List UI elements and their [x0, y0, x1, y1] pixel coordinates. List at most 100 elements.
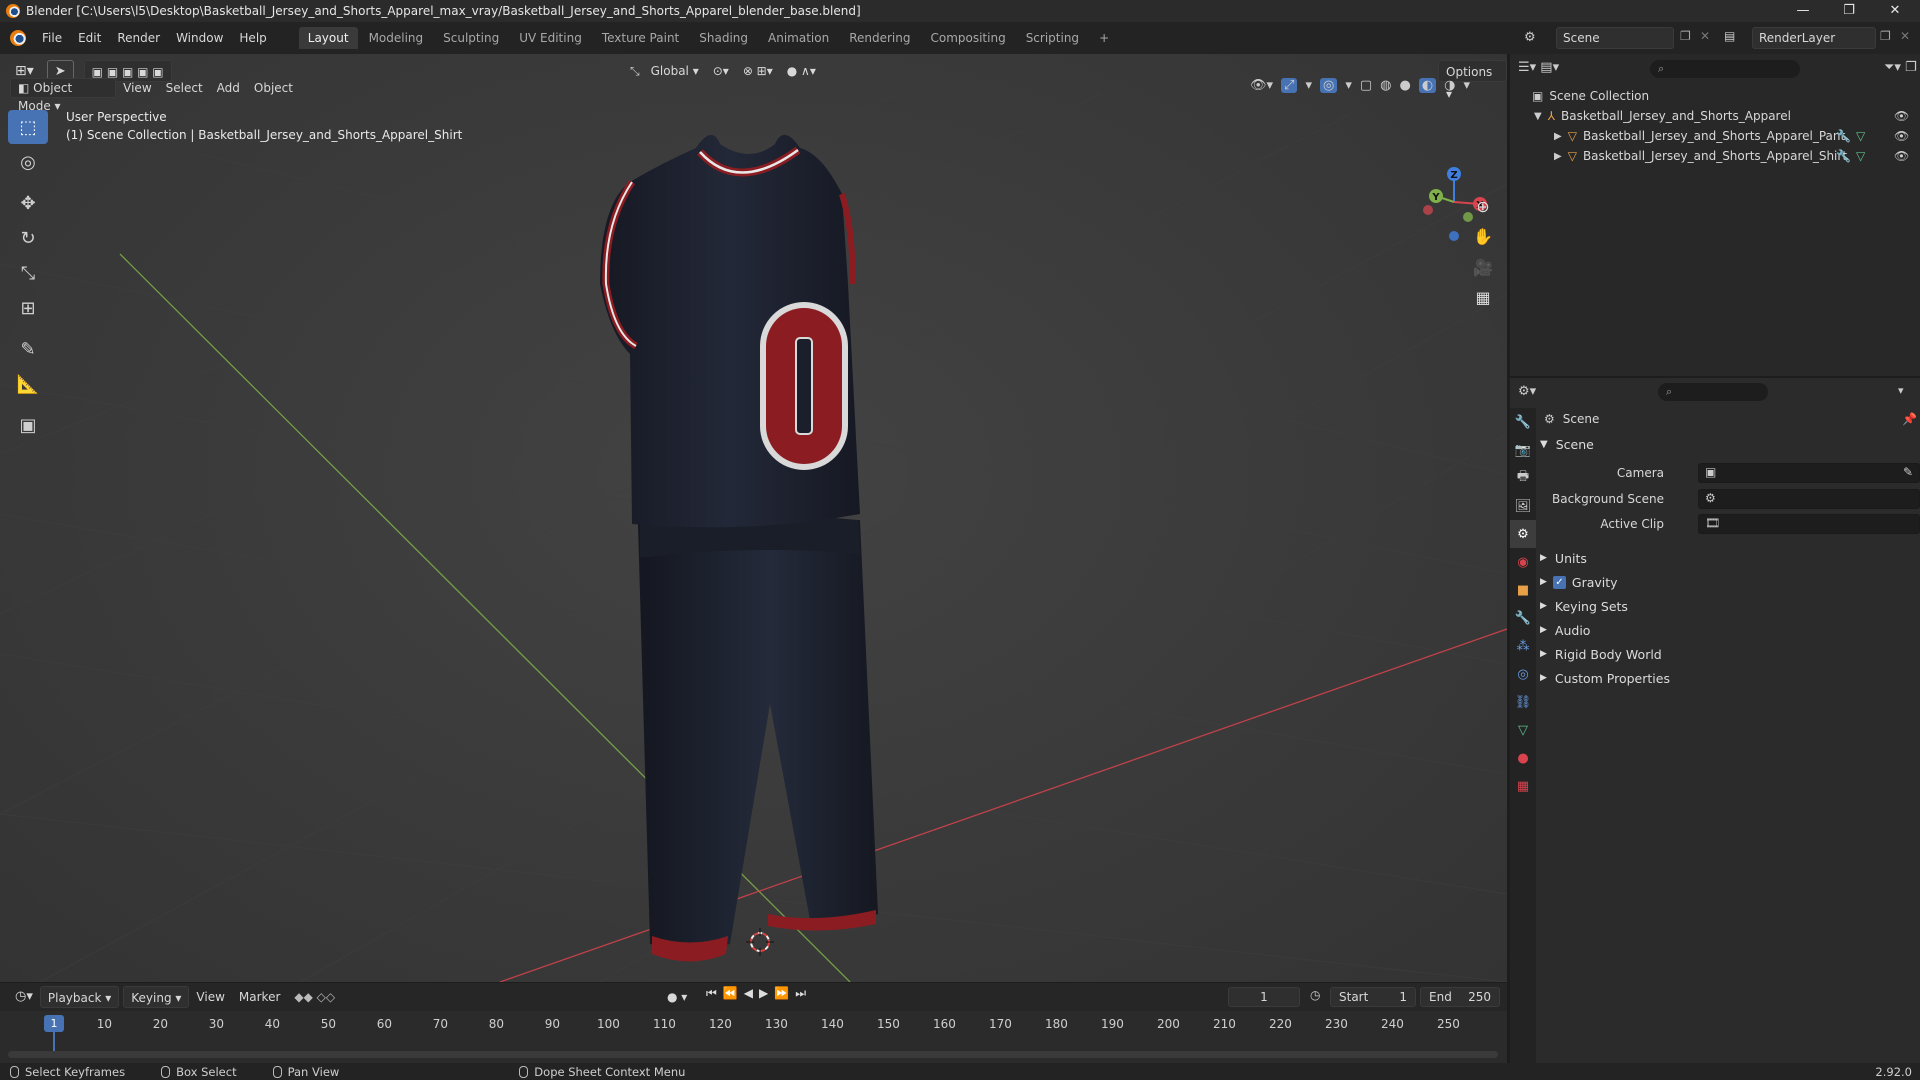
- menu-view[interactable]: View: [116, 77, 158, 99]
- outliner-filter-icon[interactable]: ⏷▾ ❐: [1884, 60, 1917, 75]
- timeline-editor-type-icon[interactable]: ◷▾: [8, 986, 40, 1008]
- visibility-eye-icon[interactable]: 👁: [1894, 149, 1909, 163]
- scene-selector[interactable]: Scene: [1556, 27, 1674, 49]
- toggle-perspective-grid-icon[interactable]: ▦: [1468, 283, 1498, 311]
- keyframe-icons[interactable]: ◆◆ ◇◇: [287, 986, 342, 1008]
- keying-dropdown[interactable]: Keying ▾: [123, 986, 190, 1008]
- annotate-tool-icon[interactable]: ✎: [8, 332, 48, 366]
- pivot-point-icon[interactable]: ⊙▾: [706, 60, 736, 82]
- modifier-tab-icon[interactable]: 🔧: [1510, 604, 1536, 632]
- tab-sculpting[interactable]: Sculpting: [434, 27, 508, 49]
- 3d-viewport[interactable]: 0 User Perspective (1) Scene Collection …: [0, 54, 1507, 982]
- jump-to-keyframe-forward-icon[interactable]: ⏩: [774, 986, 789, 1001]
- tab-layout[interactable]: Layout: [298, 27, 358, 49]
- menu-help[interactable]: Help: [231, 31, 274, 45]
- current-frame-field[interactable]: 1: [1228, 987, 1300, 1007]
- outliner-scene-collection[interactable]: ▣ Scene Collection: [1510, 86, 1920, 106]
- transform-tool-icon[interactable]: ⊞: [8, 291, 48, 325]
- playback-dropdown[interactable]: Playback ▾: [39, 986, 120, 1008]
- expand-arrow-icon[interactable]: ▶: [1554, 151, 1562, 162]
- menu-file[interactable]: File: [34, 31, 70, 45]
- blender-menu-icon[interactable]: [10, 30, 26, 46]
- tool-tab-icon[interactable]: 🔧: [1510, 408, 1536, 436]
- preview-range-icon[interactable]: ◷: [1310, 988, 1320, 1002]
- 3d-cursor-icon[interactable]: [746, 928, 774, 956]
- transform-orientation-dropdown[interactable]: Global ▾: [644, 60, 706, 82]
- timeline-scrollbar[interactable]: [8, 1051, 1498, 1058]
- tab-animation[interactable]: Animation: [759, 27, 838, 49]
- cursor-tool-icon[interactable]: ◎: [8, 145, 48, 179]
- tab-modeling[interactable]: Modeling: [360, 27, 433, 49]
- overlay-toggle-icon[interactable]: ◎: [1319, 78, 1338, 93]
- expand-arrow-icon[interactable]: ▶: [1554, 131, 1562, 142]
- material-preview-shading-icon[interactable]: ◐: [1418, 78, 1437, 93]
- wireframe-shading-icon[interactable]: ◍: [1380, 78, 1391, 93]
- texture-tab-icon[interactable]: ▦: [1510, 772, 1536, 800]
- maximize-button[interactable]: ❐: [1826, 0, 1872, 22]
- tab-shading[interactable]: Shading: [690, 27, 757, 49]
- particles-tab-icon[interactable]: ⁂: [1510, 632, 1536, 660]
- visibility-eye-icon[interactable]: 👁: [1894, 109, 1909, 123]
- play-reverse-icon[interactable]: ◀: [744, 986, 753, 1001]
- properties-editor-type-icon[interactable]: ⚙▾: [1518, 384, 1536, 399]
- gizmo-toggle-icon[interactable]: ⤢: [1281, 78, 1298, 93]
- gizmo-neg-z-icon[interactable]: [1449, 231, 1459, 241]
- gravity-checkbox[interactable]: ✓: [1552, 575, 1566, 589]
- zoom-view-icon[interactable]: ⊕: [1468, 192, 1498, 220]
- minimize-button[interactable]: —: [1780, 0, 1826, 22]
- menu-edit[interactable]: Edit: [70, 31, 109, 45]
- keying-sets-panel-header[interactable]: ▶ Keying Sets: [1540, 594, 1916, 618]
- outliner-row-collection[interactable]: ▼ ⅄ Basketball_Jersey_and_Shorts_Apparel…: [1510, 106, 1920, 126]
- outliner-row-shirt[interactable]: ▶ ▽ Basketball_Jersey_and_Shorts_Apparel…: [1510, 146, 1920, 166]
- audio-panel-header[interactable]: ▶ Audio: [1540, 618, 1916, 642]
- tab-rendering[interactable]: Rendering: [840, 27, 919, 49]
- add-cube-tool-icon[interactable]: ▣: [8, 408, 48, 442]
- properties-search-input[interactable]: ⌕: [1658, 383, 1768, 401]
- scale-tool-icon[interactable]: ⤡: [8, 256, 48, 290]
- gizmo-neg-x-icon[interactable]: [1423, 205, 1433, 215]
- record-icon[interactable]: ● ▾: [660, 986, 694, 1008]
- move-tool-icon[interactable]: ✥: [8, 186, 48, 220]
- start-frame-field[interactable]: Start 1: [1330, 987, 1416, 1007]
- pan-view-hand-icon[interactable]: ✋: [1468, 222, 1498, 250]
- object-tab-icon[interactable]: ■: [1510, 576, 1536, 604]
- scene-tab-icon[interactable]: ⚙: [1510, 520, 1536, 548]
- end-frame-field[interactable]: End 250: [1420, 987, 1500, 1007]
- rotate-tool-icon[interactable]: ↻: [8, 221, 48, 255]
- jump-to-keyframe-back-icon[interactable]: ⏪: [723, 986, 738, 1001]
- visibility-eye-icon[interactable]: 👁: [1894, 129, 1909, 143]
- output-tab-icon[interactable]: 🖶: [1510, 464, 1536, 492]
- menu-view-timeline[interactable]: View: [189, 986, 231, 1008]
- tab-scripting[interactable]: Scripting: [1017, 27, 1088, 49]
- new-scene-icon[interactable]: ❐: [1680, 29, 1691, 43]
- rigid-body-world-panel-header[interactable]: ▶ Rigid Body World: [1540, 642, 1916, 666]
- gravity-panel-header[interactable]: ▶ ✓ Gravity: [1540, 570, 1916, 594]
- tab-uv-editing[interactable]: UV Editing: [510, 27, 591, 49]
- snap-icon[interactable]: ⊗ ⊞▾: [736, 60, 780, 82]
- outliner-editor-type-icon[interactable]: ☰▾ ▤▾: [1518, 60, 1559, 75]
- menu-object[interactable]: Object: [247, 77, 300, 99]
- constraints-tab-icon[interactable]: ⛓: [1510, 688, 1536, 716]
- mode-dropdown[interactable]: ◧ Object Mode ▾: [10, 78, 117, 113]
- tab-compositing[interactable]: Compositing: [921, 27, 1014, 49]
- eyedropper-icon[interactable]: ✎: [1903, 465, 1913, 479]
- active-clip-field[interactable]: 🎞: [1698, 514, 1920, 534]
- menu-select[interactable]: Select: [159, 77, 210, 99]
- data-tab-icon[interactable]: ▽: [1510, 716, 1536, 744]
- units-panel-header[interactable]: ▶ Units: [1540, 546, 1916, 570]
- playhead-indicator[interactable]: 1: [44, 1015, 64, 1032]
- play-icon[interactable]: ▶: [759, 986, 768, 1001]
- solid-shading-icon[interactable]: ●: [1399, 78, 1410, 93]
- menu-window[interactable]: Window: [168, 31, 231, 45]
- jump-to-end-icon[interactable]: ⏭: [795, 986, 806, 1001]
- select-box-tool-icon[interactable]: ⬚: [8, 110, 48, 144]
- proportional-edit-icon[interactable]: ● ∧▾: [780, 60, 823, 82]
- menu-render[interactable]: Render: [109, 31, 168, 45]
- physics-tab-icon[interactable]: ◎: [1510, 660, 1536, 688]
- custom-properties-panel-header[interactable]: ▶ Custom Properties: [1540, 666, 1916, 690]
- material-tab-icon[interactable]: ●: [1510, 744, 1536, 772]
- jump-to-start-icon[interactable]: ⏮: [706, 986, 717, 1001]
- new-layer-icon[interactable]: ❐: [1880, 29, 1891, 43]
- scene-panel-header[interactable]: ▼ Scene: [1540, 432, 1916, 456]
- world-tab-icon[interactable]: ◉: [1510, 548, 1536, 576]
